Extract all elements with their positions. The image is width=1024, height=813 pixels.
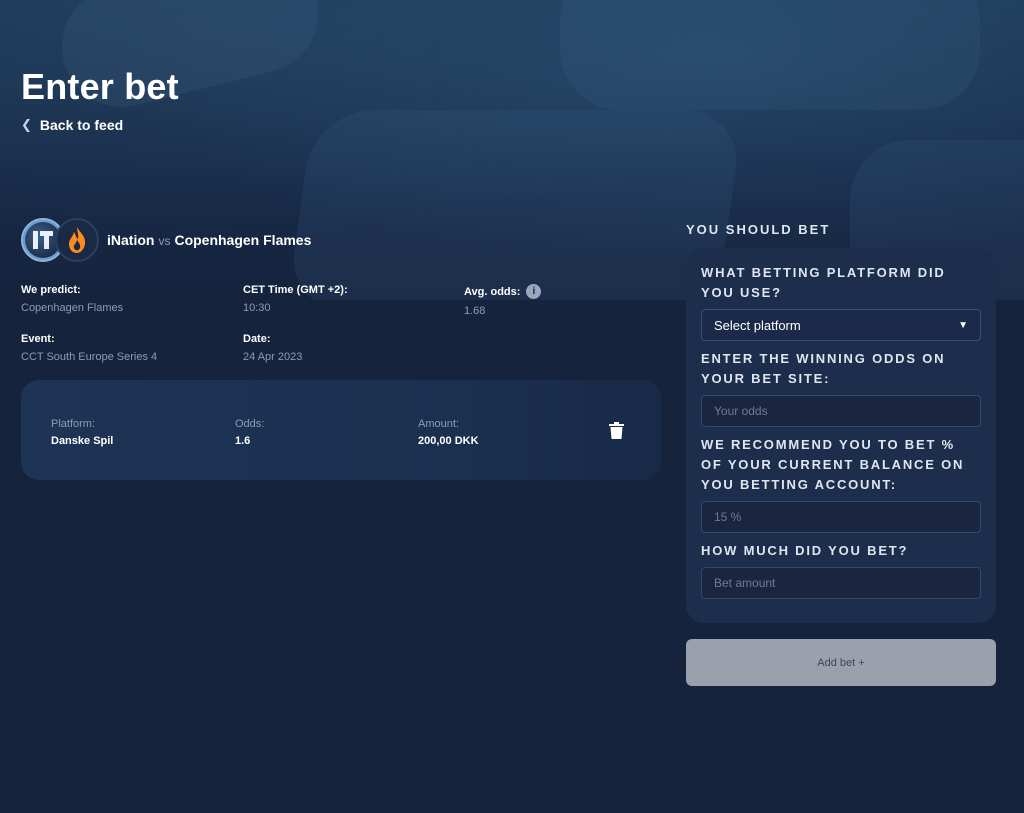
event-label: Event: [21,333,55,345]
match-title: iNation vs Copenhagen Flames [107,232,311,248]
amount-input[interactable]: Bet amount [701,567,981,599]
flame-icon [69,227,86,253]
vs-label: vs [158,234,171,248]
avg-odds-value: 1.68 [464,305,486,317]
avg-odds-label-row: Avg. odds: i [464,284,664,299]
date-label: Date: [243,333,271,345]
back-to-feed-link[interactable]: ❮ Back to feed [21,117,123,133]
event-info: Event: CCT South Europe Series 4 [21,333,221,363]
odds-input-placeholder: Your odds [714,404,768,418]
bet-form-panel: WHAT BETTING PLATFORM DID YOU USE? Selec… [686,248,996,623]
hero-shape [285,110,745,300]
odds-input[interactable]: Your odds [701,395,981,427]
we-predict-info: We predict: Copenhagen Flames [21,284,221,314]
add-bet-button[interactable]: Add bet + [686,639,996,686]
bet-amount: Amount: 200,00 DKK [418,418,479,447]
bet-odds-label: Odds: [235,418,265,430]
page-title: Enter bet [21,66,179,107]
entered-bet-card: Platform: Danske Spil Odds: 1.6 Amount: … [21,380,661,480]
platform-select-value: Select platform [714,317,801,333]
bet-amount-value: 200,00 DKK [418,435,479,447]
event-value: CCT South Europe Series 4 [21,351,158,363]
avg-odds-info: Avg. odds: i 1.68 [464,284,664,317]
chevron-down-icon: ▼ [958,319,968,331]
cet-time-value: 10:30 [243,302,271,314]
chevron-left-icon: ❮ [21,117,32,132]
percent-input-value: 15 % [714,510,742,524]
date-value: 24 Apr 2023 [243,351,303,363]
avg-odds-label: Avg. odds: [464,285,521,298]
info-icon[interactable]: i [526,284,542,299]
platform-question: WHAT BETTING PLATFORM DID YOU USE? [701,265,946,300]
bet-odds-value: 1.6 [235,435,251,447]
bet-platform-label: Platform: [51,418,96,430]
trash-icon[interactable] [609,422,624,439]
cet-time-info: CET Time (GMT +2): 10:30 [243,284,443,314]
odds-question: ENTER THE WINNING ODDS ON YOUR BET SITE: [701,351,946,386]
copenhagen-flames-logo [55,218,99,262]
section-title: YOU SHOULD BET [686,222,831,237]
we-predict-label: We predict: [21,284,81,296]
team2-name: Copenhagen Flames [174,232,312,248]
amount-input-placeholder: Bet amount [714,576,776,590]
bet-odds: Odds: 1.6 [235,418,264,447]
percent-question: WE RECOMMEND YOU TO BET % OF YOUR CURREN… [701,437,965,492]
bet-platform-value: Danske Spil [51,435,114,447]
amount-question: HOW MUCH DID YOU BET? [701,543,909,558]
platform-select[interactable]: Select platform ▼ [701,309,981,341]
hero-shape [560,0,980,110]
ination-logo-mark [33,231,53,249]
cet-time-label: CET Time (GMT +2): [243,284,348,296]
we-predict-value: Copenhagen Flames [21,302,124,314]
match-header: iNation vs Copenhagen Flames [21,218,311,262]
date-info: Date: 24 Apr 2023 [243,333,443,363]
team1-name: iNation [107,232,155,248]
bet-platform: Platform: Danske Spil [51,418,113,447]
bet-amount-label: Amount: [418,418,459,430]
back-link-label: Back to feed [39,117,124,133]
percent-input[interactable]: 15 % [701,501,981,533]
